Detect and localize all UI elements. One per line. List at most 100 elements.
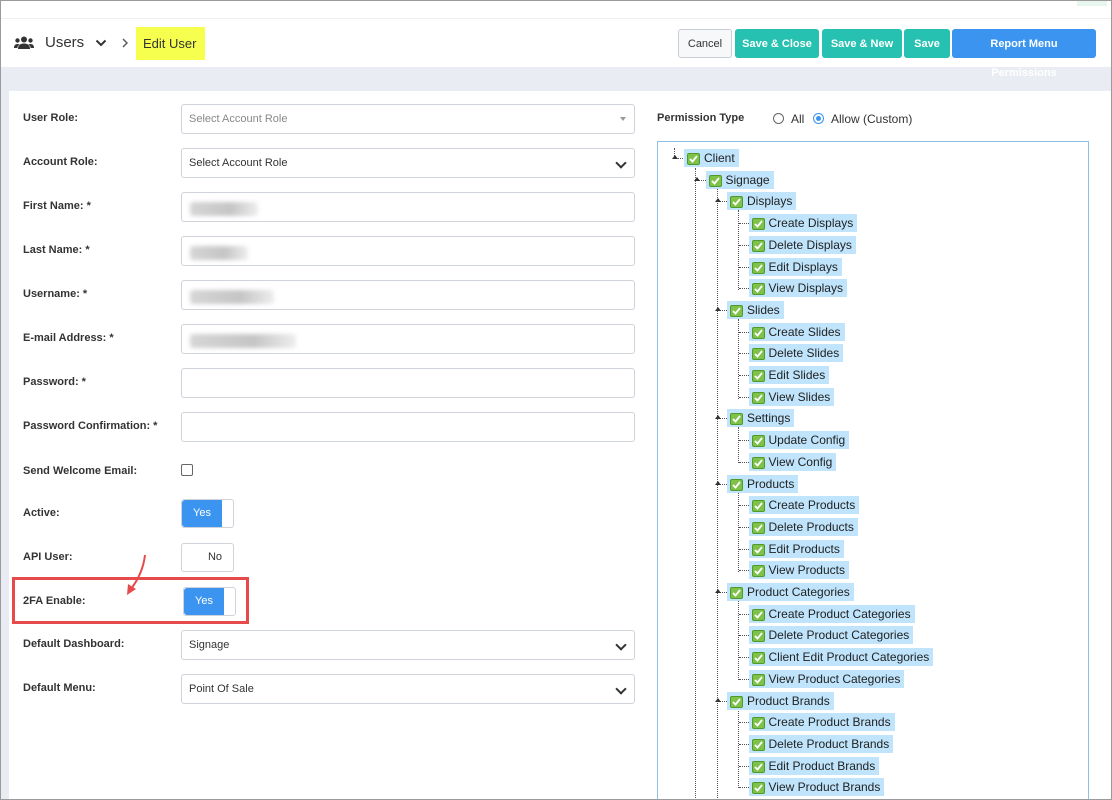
tree-node-product-brands[interactable]: Product Brands: [727, 691, 834, 710]
username-label: Username: *: [23, 288, 88, 300]
checked-checkbox-icon[interactable]: [751, 629, 765, 643]
checked-checkbox-icon[interactable]: [751, 456, 765, 469]
checked-checkbox-icon[interactable]: [730, 695, 743, 708]
default-dashboard-label: Default Dashboard:: [23, 638, 125, 650]
checked-checkbox-icon[interactable]: [751, 564, 765, 578]
password-input[interactable]: [181, 368, 635, 398]
checked-checkbox-icon[interactable]: [730, 195, 743, 209]
permission-all-radio[interactable]: [773, 113, 784, 124]
permission-custom-label[interactable]: Allow (Custom): [831, 112, 912, 126]
expand-toggle-icon[interactable]: [715, 480, 721, 485]
account-role-select[interactable]: Select Account Role: [181, 148, 635, 178]
tree-node-products[interactable]: Products: [727, 474, 799, 493]
expand-toggle-icon[interactable]: [693, 176, 700, 181]
checked-checkbox-icon[interactable]: [751, 434, 765, 448]
checked-checkbox-icon[interactable]: [751, 760, 765, 773]
send-welcome-email-checkbox[interactable]: [181, 464, 193, 476]
tree-node-product-brands-child[interactable]: View Product Brands: [748, 778, 885, 797]
breadcrumb-users[interactable]: Users: [45, 34, 84, 51]
tree-node-slides-child[interactable]: Edit Slides: [748, 366, 830, 384]
tree-node-product-brands-child[interactable]: Delete Product Brands: [748, 734, 894, 753]
send-welcome-email-label: Send Welcome Email:: [23, 465, 138, 477]
expand-toggle-icon[interactable]: [715, 198, 721, 203]
password-confirmation-input[interactable]: [181, 412, 635, 442]
tree-node-displays-child[interactable]: Delete Displays: [748, 235, 856, 254]
checked-checkbox-icon[interactable]: [751, 326, 765, 339]
username-input[interactable]: [181, 280, 635, 310]
active-label: Active:: [23, 507, 60, 519]
api-user-toggle[interactable]: No: [181, 543, 234, 572]
expand-toggle-icon[interactable]: [715, 415, 721, 420]
tree-node-slides-child[interactable]: Delete Slides: [748, 344, 844, 363]
save-close-button[interactable]: Save & Close: [735, 29, 819, 58]
checked-checkbox-icon[interactable]: [751, 217, 765, 231]
permission-all-label[interactable]: All: [791, 112, 804, 126]
expand-toggle-icon[interactable]: [715, 589, 721, 593]
checked-checkbox-icon[interactable]: [751, 716, 765, 730]
tree-node-client[interactable]: Client: [684, 149, 739, 167]
active-toggle[interactable]: Yes: [181, 499, 234, 528]
tree-node-product-categories-child[interactable]: Create Product Categories: [748, 604, 915, 623]
report-menu-permissions-button[interactable]: Report Menu Permissions: [952, 29, 1096, 79]
checked-checkbox-icon[interactable]: [751, 239, 765, 252]
checked-checkbox-icon[interactable]: [730, 304, 743, 317]
tree-node-product-categories-child[interactable]: Client Edit Product Categories: [748, 648, 934, 667]
tree-node-product-brands-child[interactable]: Create Product Brands: [748, 713, 895, 732]
checked-checkbox-icon[interactable]: [687, 152, 700, 165]
save-new-button[interactable]: Save & New: [822, 29, 902, 58]
tree-node-product-categories[interactable]: Product Categories: [727, 583, 854, 601]
users-icon: [14, 36, 34, 49]
checked-checkbox-icon[interactable]: [751, 261, 765, 274]
checked-checkbox-icon[interactable]: [751, 282, 765, 296]
checked-checkbox-icon[interactable]: [751, 521, 765, 534]
tree-node-products-child[interactable]: Edit Products: [748, 539, 844, 558]
checked-checkbox-icon[interactable]: [730, 586, 743, 599]
checked-checkbox-icon[interactable]: [751, 391, 765, 404]
email-input[interactable]: [181, 324, 635, 354]
tree-node-displays-child[interactable]: View Displays: [748, 279, 847, 298]
tree-node-products-child[interactable]: View Products: [748, 561, 849, 580]
tree-node-slides-child[interactable]: View Slides: [748, 387, 835, 406]
tree-node-displays-child[interactable]: Create Displays: [748, 214, 858, 233]
checked-checkbox-icon[interactable]: [751, 543, 765, 556]
checked-checkbox-icon[interactable]: [751, 673, 765, 686]
expand-toggle-icon[interactable]: [672, 155, 678, 159]
checked-checkbox-icon[interactable]: [751, 651, 765, 665]
last-name-input[interactable]: [181, 236, 635, 266]
last-name-label: Last Name: *: [23, 244, 90, 256]
tree-node-products-child[interactable]: Delete Products: [748, 517, 858, 536]
checked-checkbox-icon[interactable]: [730, 412, 743, 426]
api-user-label: API User:: [23, 551, 73, 563]
checked-checkbox-icon[interactable]: [751, 369, 765, 382]
checked-checkbox-icon[interactable]: [730, 478, 743, 491]
tree-node-settings[interactable]: Settings: [727, 409, 795, 428]
tree-node-product-categories-child[interactable]: View Product Categories: [748, 669, 905, 688]
expand-toggle-icon[interactable]: [715, 306, 721, 311]
checked-checkbox-icon[interactable]: [751, 608, 765, 621]
checked-checkbox-icon[interactable]: [751, 347, 765, 361]
tree-node-product-brands-child[interactable]: Edit Product Brands: [748, 756, 880, 775]
tree-node-slides-child[interactable]: Create Slides: [748, 322, 845, 341]
user-role-select[interactable]: Select Account Role: [181, 104, 635, 134]
tree-node-settings-child[interactable]: Update Config: [748, 431, 850, 450]
default-menu-label: Default Menu:: [23, 682, 96, 694]
checked-checkbox-icon[interactable]: [751, 738, 765, 751]
default-dashboard-select[interactable]: Signage: [181, 630, 635, 660]
tree-node-slides[interactable]: Slides: [727, 300, 784, 319]
tree-node-product-categories-child[interactable]: Delete Product Categories: [748, 626, 914, 645]
tree-node-signage[interactable]: Signage: [705, 170, 774, 189]
cancel-button[interactable]: Cancel: [678, 29, 732, 58]
tree-node-displays-child[interactable]: Edit Displays: [748, 257, 842, 276]
checked-checkbox-icon[interactable]: [708, 174, 722, 187]
first-name-input[interactable]: [181, 192, 635, 222]
tree-node-products-child[interactable]: Create Products: [748, 496, 860, 515]
permission-custom-radio[interactable]: [813, 113, 824, 124]
expand-toggle-icon[interactable]: [715, 697, 721, 702]
save-button[interactable]: Save: [904, 29, 950, 58]
default-menu-select[interactable]: Point Of Sale: [181, 674, 635, 704]
chevron-down-icon[interactable]: [95, 38, 107, 48]
checked-checkbox-icon[interactable]: [751, 499, 765, 513]
checked-checkbox-icon[interactable]: [751, 781, 765, 795]
tree-node-displays[interactable]: Displays: [727, 192, 797, 211]
tree-node-settings-child[interactable]: View Config: [748, 452, 837, 471]
